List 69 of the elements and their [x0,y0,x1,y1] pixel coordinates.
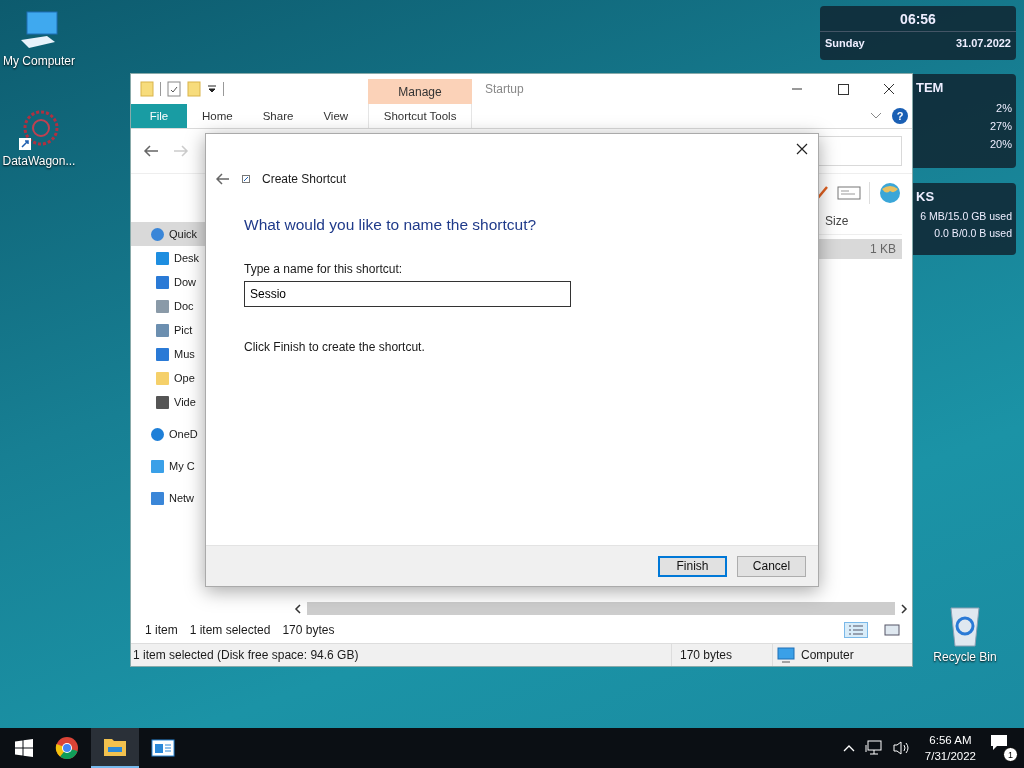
app-window-icon[interactable] [151,739,175,757]
item-count: 1 item [145,623,178,637]
explorer-taskbar-button[interactable] [91,728,139,768]
shortcut-icon [242,175,250,183]
network-icon[interactable] [864,740,883,756]
cancel-button[interactable]: Cancel [737,555,806,577]
widget-reading: 2% [995,101,1013,116]
instruction-text: Click Finish to create the shortcut. [244,340,426,354]
file-row[interactable]: 1 KB [818,239,902,259]
widget-reading: 0.0 B/0.0 B used [933,226,1013,241]
desktop-icon-label[interactable]: DataWagon... [2,154,76,168]
scroll-left-icon[interactable] [293,602,303,615]
computer-icon [777,647,795,663]
nav-item[interactable]: Desk [131,246,206,270]
nav-item[interactable]: Dow [131,270,206,294]
manage-tab-header: Manage [368,79,472,104]
desktop-icon-label[interactable]: My Computer [3,54,75,68]
selection-size: 170 bytes [282,623,335,637]
chevron-down-icon[interactable] [870,112,882,120]
nav-item[interactable]: OneD [131,422,206,446]
widget-title: KS [916,188,936,206]
ribbon-tab[interactable]: Share [247,104,309,128]
scroll-right-icon[interactable] [899,602,909,615]
nav-item[interactable]: Quick [131,222,206,246]
globe-icon[interactable] [878,181,902,205]
back-arrow-icon[interactable] [143,145,159,157]
dropdown-icon[interactable] [207,83,217,95]
nav-item[interactable]: Vide [131,390,206,414]
selection-count: 1 item selected [189,623,271,637]
status-text: 1 item selected (Disk free space: 94.6 GB) [132,648,360,662]
notification-icon[interactable] [990,734,1010,752]
chevron-up-icon[interactable] [842,744,855,752]
widget-date: 31.07.2022 [955,37,1011,49]
widget-day: Sunday [825,37,865,49]
help-icon[interactable]: ? [892,108,908,124]
back-arrow-icon[interactable] [216,173,230,185]
nav-item[interactable]: Netw [131,486,206,510]
field-label: Type a name for this shortcut: [244,262,404,276]
shortcut-tools-tab[interactable]: Shortcut Tools [368,104,473,128]
notification-badge: 1 [1003,747,1018,762]
nav-item[interactable]: My C [131,454,206,478]
dialog-heading: What would you like to name the shortcut? [244,216,538,234]
dialog-title: Create Shortcut [262,172,347,186]
properties-icon[interactable] [167,81,181,97]
nav-item[interactable]: Mus [131,342,206,366]
speaker-icon[interactable] [892,740,911,756]
network-graph-icon[interactable] [17,108,61,152]
shortcut-name-field[interactable]: Sessio [244,281,571,307]
widget-reading: 6 MB/15.0 GB used [919,209,1013,224]
close-icon[interactable] [796,143,808,155]
nav-item[interactable]: Doc [131,294,206,318]
scrollbar-thumb[interactable] [307,602,895,615]
finish-button[interactable]: Finish [658,555,727,577]
chrome-logo-icon[interactable] [55,736,79,760]
ribbon-tab[interactable]: View [308,104,364,128]
widget-time: 06:56 [820,6,1016,32]
window-title: Startup [485,82,524,96]
status-location: Computer [801,648,854,662]
taskbar-clock[interactable]: 6:56 AM 7/31/2022 [924,732,976,764]
windows-logo-icon[interactable] [15,739,33,757]
nav-item[interactable]: Pict [131,318,206,342]
folder-icon[interactable] [103,736,127,758]
widget-reading: 27% [988,119,1013,134]
nav-item[interactable]: Ope [131,366,206,390]
ribbon-tab[interactable]: Home [187,104,248,128]
widget-title: TEM [916,79,945,97]
status-size: 170 bytes [671,644,772,666]
widget-reading: 20% [988,137,1013,152]
desktop-icon-label[interactable]: Recycle Bin [933,650,997,664]
